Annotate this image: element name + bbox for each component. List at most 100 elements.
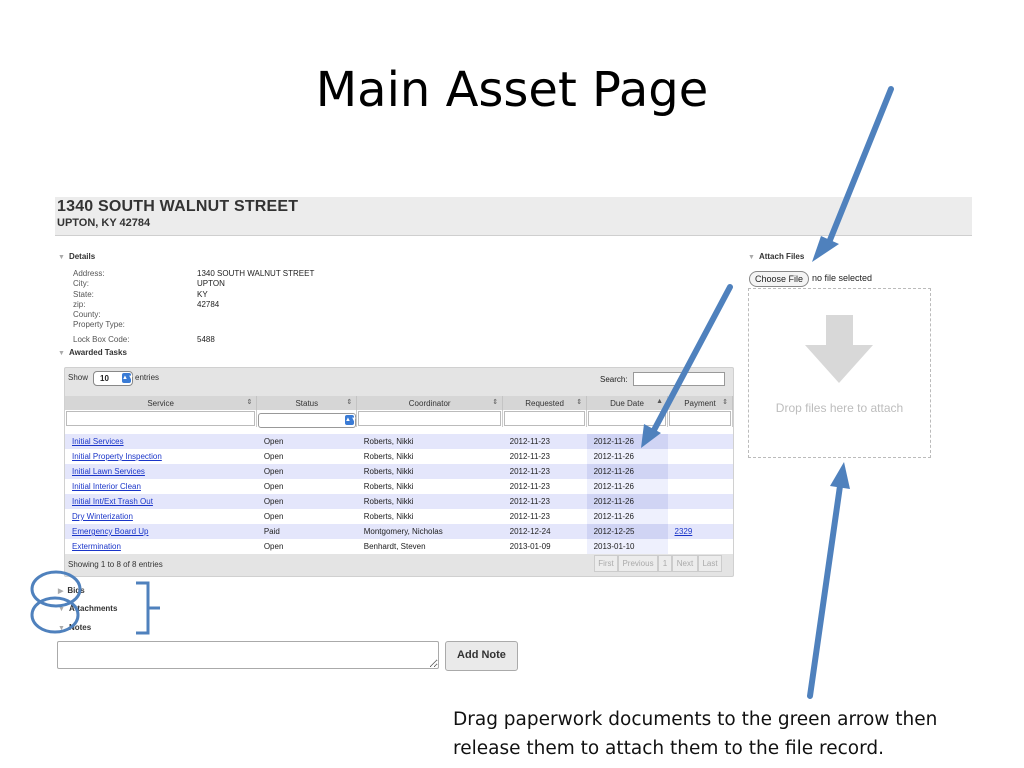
table-row: Extermination Open Benhardt, Steven 2013-01… xyxy=(65,539,733,554)
cell-coordinator: Montgomery, Nicholas xyxy=(356,524,503,539)
select-arrows-icon: ▲▼ xyxy=(345,415,357,425)
search-label: Search: xyxy=(600,375,628,384)
file-drop-zone[interactable]: Drop files here to attach xyxy=(748,288,931,458)
service-link[interactable]: Extermination xyxy=(72,542,121,551)
cell-payment xyxy=(667,509,733,524)
collapse-triangle-icon: ▼ xyxy=(58,606,65,613)
column-header-payment[interactable]: Payment ⇕ xyxy=(667,396,733,410)
table-row: Initial Interior Clean Open Roberts, Nikki… xyxy=(65,479,733,494)
requested-filter[interactable] xyxy=(502,410,588,427)
choose-file-button[interactable]: Choose File xyxy=(749,271,809,287)
service-link[interactable]: Initial Lawn Services xyxy=(72,467,145,476)
attachments-heading: Attachments xyxy=(68,604,118,613)
search-input[interactable] xyxy=(633,372,725,386)
sort-icon: ⇕ xyxy=(722,399,728,406)
cell-service[interactable]: Initial Property Inspection xyxy=(65,449,257,464)
cell-requested: 2012-11-23 xyxy=(502,434,587,449)
annotation-bracket xyxy=(136,581,160,635)
cell-requested: 2012-12-24 xyxy=(502,524,587,539)
coordinator-filter[interactable] xyxy=(356,410,504,427)
service-link[interactable]: Initial Interior Clean xyxy=(72,482,141,491)
cell-coordinator: Roberts, Nikki xyxy=(356,479,503,494)
details-list: Address: 1340 SOUTH WALNUT STREET City: UP… xyxy=(73,269,314,345)
column-header-coordinator[interactable]: Coordinator ⇕ xyxy=(356,396,504,410)
cell-service[interactable]: Initial Interior Clean xyxy=(65,479,257,494)
payment-link[interactable]: 2329 xyxy=(675,527,693,536)
detail-value: KY xyxy=(197,289,208,299)
expand-triangle-icon: ▶ xyxy=(58,588,64,595)
service-filter[interactable] xyxy=(65,410,258,427)
cell-requested: 2012-11-23 xyxy=(502,479,587,494)
detail-row: County: xyxy=(73,310,314,320)
note-textarea[interactable] xyxy=(57,641,439,669)
detail-row: State: KY xyxy=(73,290,314,300)
pager-first-button[interactable]: First xyxy=(594,555,618,572)
payment-filter[interactable] xyxy=(667,410,733,427)
cell-status: Paid xyxy=(256,524,357,539)
notes-heading: Notes xyxy=(68,623,92,632)
pager-next-button[interactable]: Next xyxy=(672,555,698,572)
showing-entries-text: Showing 1 to 8 of 8 entries xyxy=(68,560,163,569)
cell-coordinator: Benhardt, Steven xyxy=(356,539,503,554)
table-row: Emergency Board Up Paid Montgomery, Nichol… xyxy=(65,524,733,539)
table-row: Initial Property Inspection Open Roberts, … xyxy=(65,449,733,464)
cell-service[interactable]: Emergency Board Up xyxy=(65,524,257,539)
slide-caption: Drag paperwork documents to the green ar… xyxy=(453,705,1013,763)
pager-last-button[interactable]: Last xyxy=(698,555,722,572)
entries-per-page-select[interactable]: 10 ▲▼ xyxy=(93,371,134,386)
awarded-tasks-section-toggle[interactable]: ▼ Awarded Tasks xyxy=(58,348,127,357)
table-row: Initial Int/Ext Trash Out Open Roberts, Ni… xyxy=(65,494,733,509)
pager-page-button[interactable]: 1 xyxy=(658,555,672,572)
service-link[interactable]: Dry Winterization xyxy=(72,512,133,521)
cell-service[interactable]: Extermination xyxy=(65,539,257,554)
cell-due-date: 2012-12-25 xyxy=(586,524,668,539)
add-note-button[interactable]: Add Note xyxy=(445,641,518,671)
cell-due-date: 2012-11-26 xyxy=(586,509,668,524)
cell-status: Open xyxy=(256,509,357,524)
cell-due-date: 2013-01-10 xyxy=(586,539,668,554)
cell-requested: 2012-11-23 xyxy=(502,449,587,464)
table-row: Initial Services Open Roberts, Nikki 2012-1… xyxy=(65,434,733,449)
cell-due-date: 2012-11-26 xyxy=(586,464,668,479)
cell-status: Open xyxy=(256,464,357,479)
sort-ascending-icon: ▲ xyxy=(656,398,663,405)
awarded-tasks-heading: Awarded Tasks xyxy=(68,348,127,357)
bids-heading: Bids xyxy=(67,586,85,595)
column-header-requested[interactable]: Requested ⇕ xyxy=(502,396,588,410)
pager-previous-button[interactable]: Previous xyxy=(618,555,658,572)
cell-service[interactable]: Initial Services xyxy=(65,434,257,449)
details-section-toggle[interactable]: ▼ Details xyxy=(58,252,95,261)
detail-value: 5488 xyxy=(197,334,215,344)
attach-files-section-toggle[interactable]: ▼ Attach Files xyxy=(748,252,804,261)
column-header-due-date[interactable]: Due Date ▲ xyxy=(586,396,668,410)
column-header-service[interactable]: Service ⇕ xyxy=(65,396,258,410)
detail-value: UPTON xyxy=(197,279,225,289)
detail-value: 1340 SOUTH WALNUT STREET xyxy=(197,269,315,278)
due-date-filter[interactable] xyxy=(586,410,668,427)
service-link[interactable]: Initial Property Inspection xyxy=(72,452,162,461)
detail-row: zip: 42784 xyxy=(73,300,314,310)
cell-payment xyxy=(667,494,733,509)
asset-city-state-zip: UPTON, KY 42784 xyxy=(57,217,151,229)
cell-service[interactable]: Dry Winterization xyxy=(65,509,257,524)
service-link[interactable]: Initial Services xyxy=(72,437,124,446)
sort-icon: ⇕ xyxy=(492,399,499,406)
cell-payment xyxy=(667,464,733,479)
attachments-section-toggle[interactable]: ▼ Attachments xyxy=(58,604,117,613)
arrowhead-icon xyxy=(830,462,850,489)
filter-row xyxy=(65,410,733,427)
service-link[interactable]: Emergency Board Up xyxy=(72,527,148,536)
column-header-status[interactable]: Status ⇕ xyxy=(256,396,358,410)
notes-section-toggle[interactable]: ▼ Notes xyxy=(58,623,91,632)
bids-section-toggle[interactable]: ▶ Bids xyxy=(58,586,85,595)
cell-due-date: 2012-11-26 xyxy=(586,494,668,509)
cell-coordinator: Roberts, Nikki xyxy=(356,449,503,464)
status-filter-select[interactable]: ▲▼ xyxy=(258,413,357,428)
service-link[interactable]: Initial Int/Ext Trash Out xyxy=(72,497,153,506)
arrowhead-icon xyxy=(812,236,839,262)
cell-payment[interactable]: 2329 xyxy=(667,524,733,539)
cell-service[interactable]: Initial Int/Ext Trash Out xyxy=(65,494,257,509)
detail-row: City: UPTON xyxy=(73,279,314,289)
annotation-arrow-to-drop-zone xyxy=(807,483,843,699)
cell-service[interactable]: Initial Lawn Services xyxy=(65,464,257,479)
